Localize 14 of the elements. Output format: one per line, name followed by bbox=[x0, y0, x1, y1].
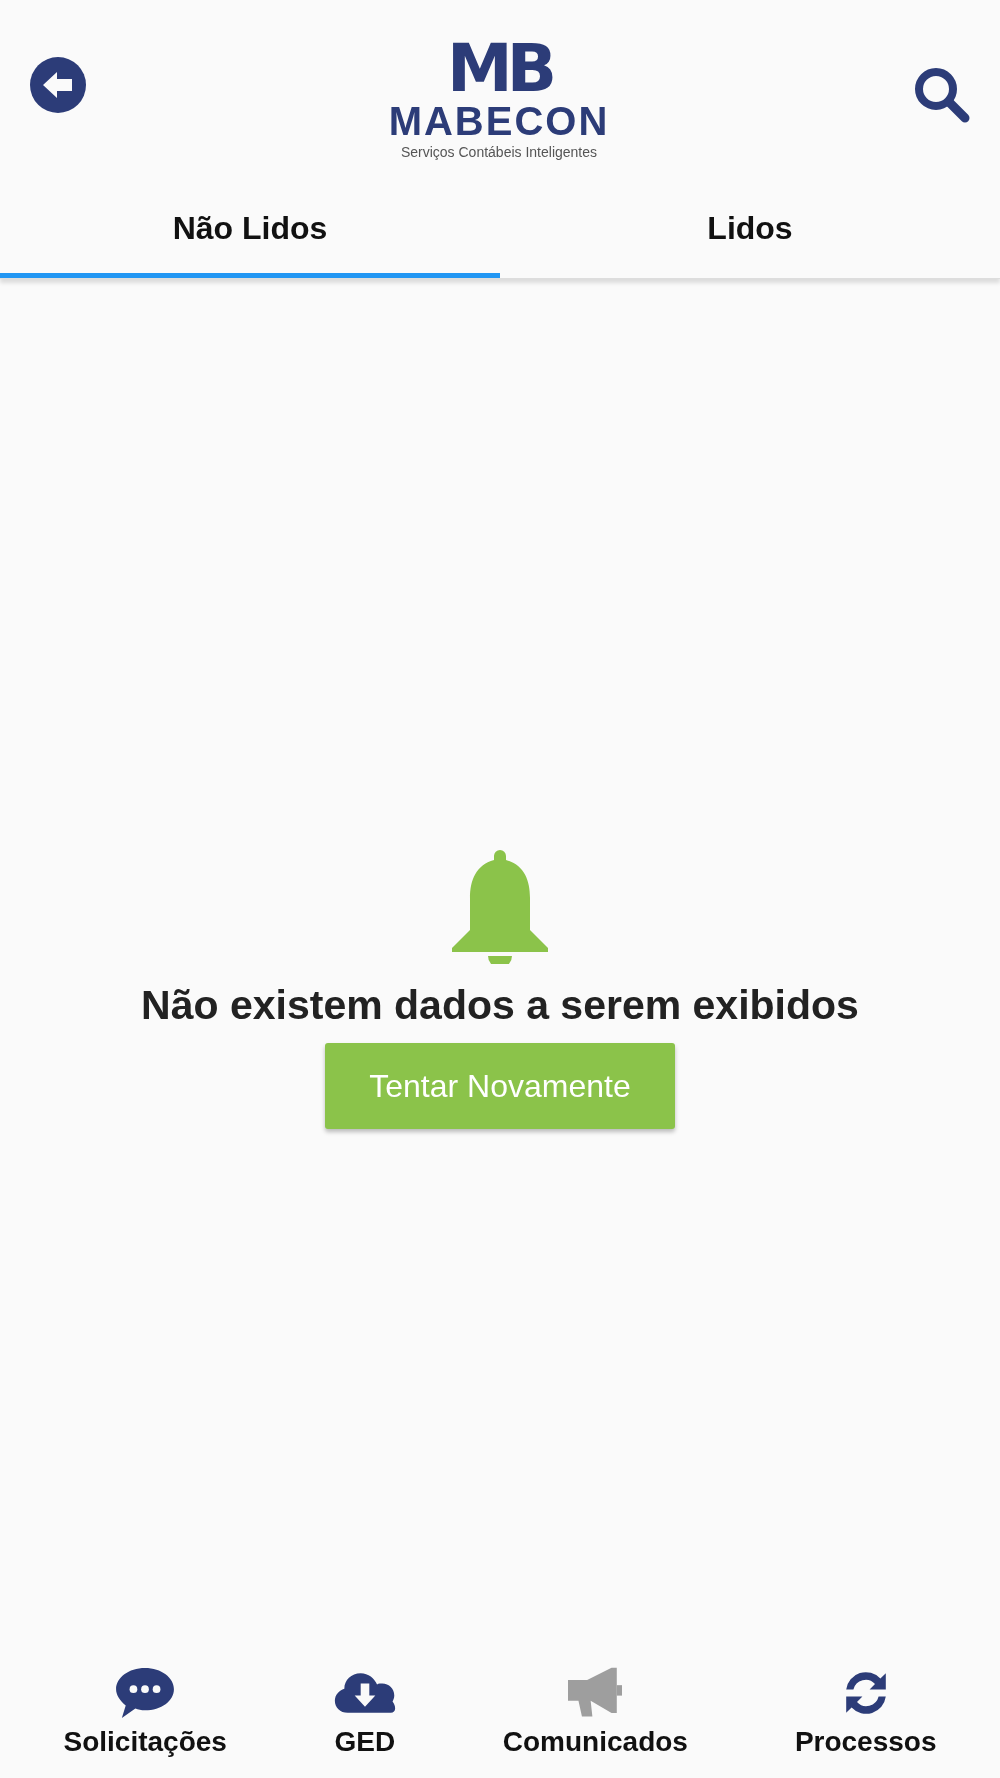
search-icon[interactable] bbox=[912, 65, 972, 125]
logo-tagline: Serviços Contábeis Inteligentes bbox=[400, 143, 598, 161]
chat-bubble-icon bbox=[114, 1666, 177, 1720]
empty-message: Não existem dados a serem exibidos bbox=[141, 982, 859, 1029]
logo-name: MABECON bbox=[388, 99, 610, 143]
logo-mark: MB bbox=[447, 39, 551, 99]
nav-item[interactable]: GED bbox=[333, 1638, 396, 1758]
tab[interactable]: Não Lidos bbox=[0, 190, 500, 278]
nav-item[interactable]: Solicitações bbox=[63, 1638, 227, 1758]
tab[interactable]: Lidos bbox=[500, 190, 1000, 278]
bell-icon bbox=[450, 848, 550, 964]
nav-item[interactable]: Processos bbox=[794, 1638, 937, 1758]
nav-item[interactable]: Comunicados bbox=[502, 1638, 688, 1758]
back-icon[interactable] bbox=[30, 57, 86, 113]
